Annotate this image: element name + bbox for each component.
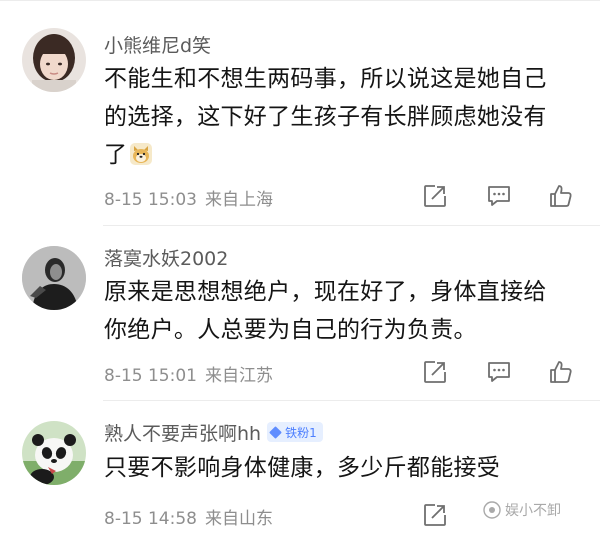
comment-line: 只要不影响身体健康，多少斤都能接受 (104, 455, 501, 481)
share-icon (424, 504, 446, 526)
like-icon (550, 185, 572, 207)
comment-meta: 8-15 15:01 来自江苏 (104, 361, 273, 386)
badge-label: 铁粉1 (285, 425, 317, 440)
location: 来自上海 (204, 190, 273, 210)
reply-button[interactable] (484, 181, 514, 211)
comment-icon (488, 186, 510, 206)
avatar[interactable] (22, 421, 86, 485)
timestamp: 8-15 14:58 (104, 509, 197, 529)
location: 来自江苏 (204, 366, 273, 386)
avatar[interactable] (22, 28, 86, 92)
watermark: 娱小不卸 (483, 500, 561, 520)
comment-text: 不能生和不想生两码事，所以说这是她自己 的选择，这下好了生孩子有长胖顾虑她没有 … (104, 60, 584, 174)
comment-line: 你绝户。人总要为自己的行为负责。 (104, 317, 477, 343)
comment-line: 的选择，这下好了生孩子有长胖顾虑她没有 (104, 104, 547, 130)
comment-meta: 8-15 15:03 来自上海 (104, 185, 273, 210)
avatar-dark-portrait-image (22, 246, 86, 310)
like-icon (550, 361, 572, 383)
comment-line-text: 了 (104, 142, 128, 168)
comment-item: 小熊维尼d笑 不能生和不想生两码事，所以说这是她自己 的选择，这下好了生孩子有长… (0, 0, 600, 226)
share-button[interactable] (420, 357, 450, 387)
username[interactable]: 熟人不要声张啊hh (104, 419, 261, 446)
comment-meta: 8-15 14:58 来自山东 (104, 504, 273, 529)
comment-text: 原来是思想想绝户，现在好了，身体直接给 你绝户。人总要为自己的行为负责。 (104, 273, 584, 349)
comment-line: 了 (104, 136, 584, 174)
username[interactable]: 落寞水妖2002 (104, 244, 228, 271)
share-button[interactable] (420, 500, 450, 530)
reply-button[interactable] (484, 357, 514, 387)
location: 来自山东 (204, 509, 273, 529)
comment-line: 原来是思想想绝户，现在好了，身体直接给 (104, 279, 547, 305)
comment-item: 落寞水妖2002 原来是思想想绝户，现在好了，身体直接给 你绝户。人总要为自己的… (0, 226, 600, 401)
avatar-panda-image (22, 421, 86, 485)
avatar-woman-image (22, 28, 86, 92)
doge-emoji-icon (130, 143, 153, 165)
watermark-logo-icon (483, 501, 501, 519)
avatar[interactable] (22, 246, 86, 310)
badge-diamond-icon (269, 425, 282, 439)
comment-icon (488, 362, 510, 382)
fan-badge[interactable]: 铁粉1 (267, 422, 323, 442)
like-button[interactable] (546, 181, 576, 211)
share-icon (424, 361, 446, 383)
timestamp: 8-15 15:03 (104, 190, 197, 210)
comment-actions (420, 357, 580, 387)
share-icon (424, 185, 446, 207)
share-button[interactable] (420, 181, 450, 211)
like-button[interactable] (546, 357, 576, 387)
comment-actions (420, 181, 580, 211)
comment-line: 不能生和不想生两码事，所以说这是她自己 (104, 66, 547, 92)
watermark-text: 娱小不卸 (505, 503, 561, 519)
comment-text: 只要不影响身体健康，多少斤都能接受 (104, 449, 584, 487)
timestamp: 8-15 15:01 (104, 366, 197, 386)
username[interactable]: 小熊维尼d笑 (104, 31, 211, 58)
